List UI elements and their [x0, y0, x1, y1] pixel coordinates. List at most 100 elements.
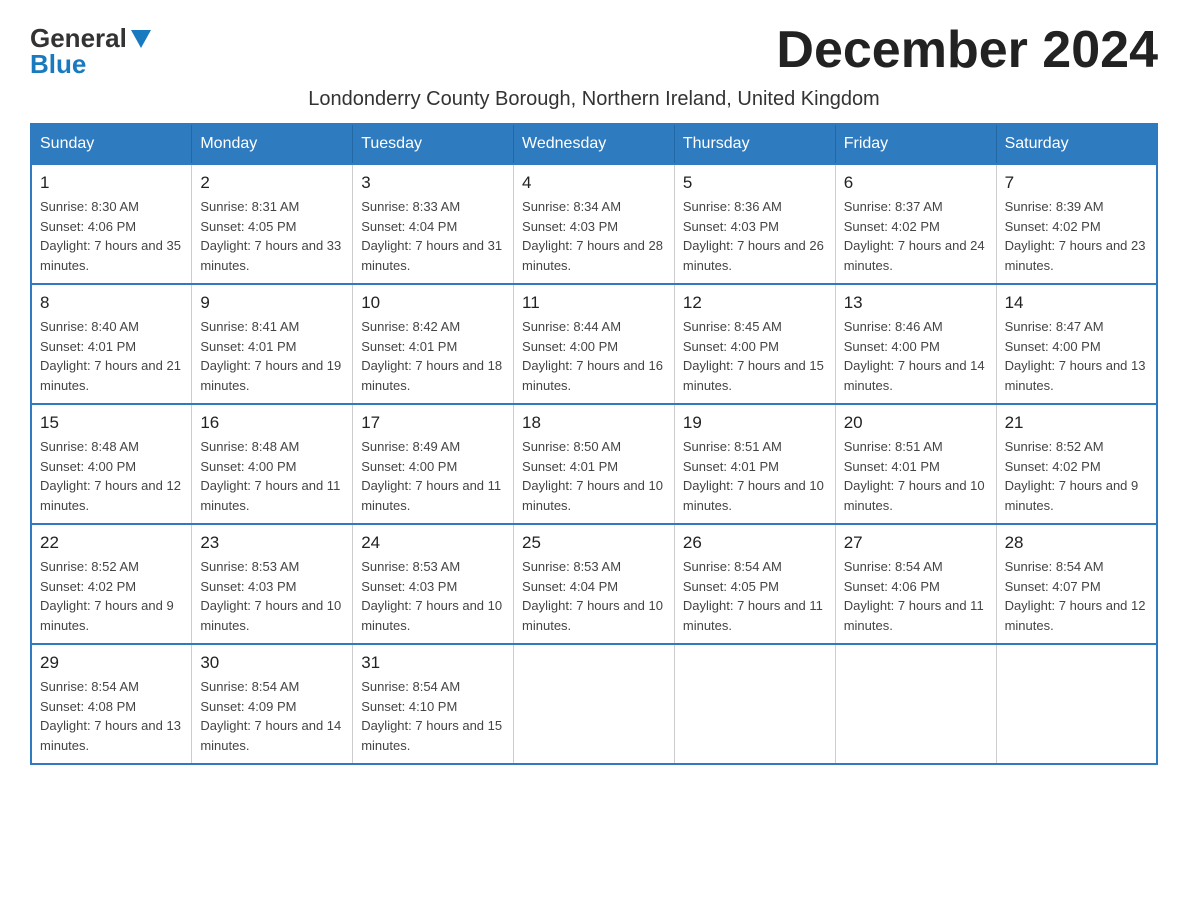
header-saturday: Saturday	[996, 124, 1157, 164]
day-info: Sunrise: 8:46 AMSunset: 4:00 PMDaylight:…	[844, 319, 985, 393]
day-info: Sunrise: 8:50 AMSunset: 4:01 PMDaylight:…	[522, 439, 663, 513]
day-number: 8	[40, 293, 183, 313]
day-info: Sunrise: 8:31 AMSunset: 4:05 PMDaylight:…	[200, 199, 341, 273]
calendar-cell: 11 Sunrise: 8:44 AMSunset: 4:00 PMDaylig…	[514, 284, 675, 404]
day-info: Sunrise: 8:54 AMSunset: 4:09 PMDaylight:…	[200, 679, 341, 753]
day-info: Sunrise: 8:33 AMSunset: 4:04 PMDaylight:…	[361, 199, 502, 273]
calendar-cell	[514, 644, 675, 764]
calendar-cell: 30 Sunrise: 8:54 AMSunset: 4:09 PMDaylig…	[192, 644, 353, 764]
logo-triangle-icon	[131, 30, 151, 48]
calendar-cell: 14 Sunrise: 8:47 AMSunset: 4:00 PMDaylig…	[996, 284, 1157, 404]
header-tuesday: Tuesday	[353, 124, 514, 164]
logo-general-text: General	[30, 25, 127, 51]
calendar-cell: 1 Sunrise: 8:30 AMSunset: 4:06 PMDayligh…	[31, 164, 192, 284]
day-number: 7	[1005, 173, 1148, 193]
day-info: Sunrise: 8:53 AMSunset: 4:04 PMDaylight:…	[522, 559, 663, 633]
day-info: Sunrise: 8:49 AMSunset: 4:00 PMDaylight:…	[361, 439, 501, 513]
day-info: Sunrise: 8:44 AMSunset: 4:00 PMDaylight:…	[522, 319, 663, 393]
day-number: 6	[844, 173, 988, 193]
week-row-4: 22 Sunrise: 8:52 AMSunset: 4:02 PMDaylig…	[31, 524, 1157, 644]
day-number: 2	[200, 173, 344, 193]
calendar-cell: 13 Sunrise: 8:46 AMSunset: 4:00 PMDaylig…	[835, 284, 996, 404]
day-number: 13	[844, 293, 988, 313]
day-number: 20	[844, 413, 988, 433]
day-number: 11	[522, 293, 666, 313]
day-number: 23	[200, 533, 344, 553]
calendar-cell: 31 Sunrise: 8:54 AMSunset: 4:10 PMDaylig…	[353, 644, 514, 764]
header-friday: Friday	[835, 124, 996, 164]
day-info: Sunrise: 8:54 AMSunset: 4:05 PMDaylight:…	[683, 559, 823, 633]
logo: General Blue	[30, 20, 151, 77]
week-row-2: 8 Sunrise: 8:40 AMSunset: 4:01 PMDayligh…	[31, 284, 1157, 404]
calendar-cell: 7 Sunrise: 8:39 AMSunset: 4:02 PMDayligh…	[996, 164, 1157, 284]
calendar-cell: 20 Sunrise: 8:51 AMSunset: 4:01 PMDaylig…	[835, 404, 996, 524]
day-info: Sunrise: 8:48 AMSunset: 4:00 PMDaylight:…	[40, 439, 181, 513]
header-row: SundayMondayTuesdayWednesdayThursdayFrid…	[31, 124, 1157, 164]
calendar-cell	[835, 644, 996, 764]
calendar-cell: 15 Sunrise: 8:48 AMSunset: 4:00 PMDaylig…	[31, 404, 192, 524]
calendar-cell: 10 Sunrise: 8:42 AMSunset: 4:01 PMDaylig…	[353, 284, 514, 404]
calendar-cell: 5 Sunrise: 8:36 AMSunset: 4:03 PMDayligh…	[674, 164, 835, 284]
day-info: Sunrise: 8:47 AMSunset: 4:00 PMDaylight:…	[1005, 319, 1146, 393]
day-number: 24	[361, 533, 505, 553]
day-number: 12	[683, 293, 827, 313]
day-info: Sunrise: 8:54 AMSunset: 4:10 PMDaylight:…	[361, 679, 502, 753]
day-info: Sunrise: 8:53 AMSunset: 4:03 PMDaylight:…	[200, 559, 341, 633]
header-thursday: Thursday	[674, 124, 835, 164]
day-number: 3	[361, 173, 505, 193]
header: General Blue December 2024	[30, 20, 1158, 80]
day-info: Sunrise: 8:54 AMSunset: 4:08 PMDaylight:…	[40, 679, 181, 753]
day-number: 26	[683, 533, 827, 553]
day-number: 17	[361, 413, 505, 433]
day-number: 16	[200, 413, 344, 433]
day-info: Sunrise: 8:34 AMSunset: 4:03 PMDaylight:…	[522, 199, 663, 273]
day-info: Sunrise: 8:51 AMSunset: 4:01 PMDaylight:…	[683, 439, 824, 513]
calendar-cell: 2 Sunrise: 8:31 AMSunset: 4:05 PMDayligh…	[192, 164, 353, 284]
day-number: 28	[1005, 533, 1148, 553]
day-number: 14	[1005, 293, 1148, 313]
week-row-1: 1 Sunrise: 8:30 AMSunset: 4:06 PMDayligh…	[31, 164, 1157, 284]
day-number: 19	[683, 413, 827, 433]
day-number: 29	[40, 653, 183, 673]
calendar-cell: 28 Sunrise: 8:54 AMSunset: 4:07 PMDaylig…	[996, 524, 1157, 644]
calendar-cell: 4 Sunrise: 8:34 AMSunset: 4:03 PMDayligh…	[514, 164, 675, 284]
calendar-cell: 17 Sunrise: 8:49 AMSunset: 4:00 PMDaylig…	[353, 404, 514, 524]
day-number: 5	[683, 173, 827, 193]
day-number: 25	[522, 533, 666, 553]
calendar-cell: 18 Sunrise: 8:50 AMSunset: 4:01 PMDaylig…	[514, 404, 675, 524]
calendar-cell: 25 Sunrise: 8:53 AMSunset: 4:04 PMDaylig…	[514, 524, 675, 644]
day-number: 21	[1005, 413, 1148, 433]
header-monday: Monday	[192, 124, 353, 164]
calendar-cell: 24 Sunrise: 8:53 AMSunset: 4:03 PMDaylig…	[353, 524, 514, 644]
day-number: 30	[200, 653, 344, 673]
subtitle: Londonderry County Borough, Northern Ire…	[30, 88, 1158, 111]
day-info: Sunrise: 8:40 AMSunset: 4:01 PMDaylight:…	[40, 319, 181, 393]
day-number: 10	[361, 293, 505, 313]
day-info: Sunrise: 8:53 AMSunset: 4:03 PMDaylight:…	[361, 559, 502, 633]
day-info: Sunrise: 8:45 AMSunset: 4:00 PMDaylight:…	[683, 319, 824, 393]
calendar-cell: 19 Sunrise: 8:51 AMSunset: 4:01 PMDaylig…	[674, 404, 835, 524]
day-number: 27	[844, 533, 988, 553]
day-number: 1	[40, 173, 183, 193]
day-info: Sunrise: 8:51 AMSunset: 4:01 PMDaylight:…	[844, 439, 985, 513]
calendar-cell: 8 Sunrise: 8:40 AMSunset: 4:01 PMDayligh…	[31, 284, 192, 404]
day-number: 4	[522, 173, 666, 193]
calendar-cell: 23 Sunrise: 8:53 AMSunset: 4:03 PMDaylig…	[192, 524, 353, 644]
calendar-cell: 6 Sunrise: 8:37 AMSunset: 4:02 PMDayligh…	[835, 164, 996, 284]
day-number: 9	[200, 293, 344, 313]
calendar-cell: 29 Sunrise: 8:54 AMSunset: 4:08 PMDaylig…	[31, 644, 192, 764]
day-info: Sunrise: 8:36 AMSunset: 4:03 PMDaylight:…	[683, 199, 824, 273]
calendar-table: SundayMondayTuesdayWednesdayThursdayFrid…	[30, 123, 1158, 765]
calendar-cell: 16 Sunrise: 8:48 AMSunset: 4:00 PMDaylig…	[192, 404, 353, 524]
day-info: Sunrise: 8:48 AMSunset: 4:00 PMDaylight:…	[200, 439, 340, 513]
logo-blue-text: Blue	[30, 51, 86, 77]
day-info: Sunrise: 8:39 AMSunset: 4:02 PMDaylight:…	[1005, 199, 1146, 273]
calendar-cell: 12 Sunrise: 8:45 AMSunset: 4:00 PMDaylig…	[674, 284, 835, 404]
calendar-cell: 22 Sunrise: 8:52 AMSunset: 4:02 PMDaylig…	[31, 524, 192, 644]
day-info: Sunrise: 8:54 AMSunset: 4:06 PMDaylight:…	[844, 559, 984, 633]
calendar-cell: 9 Sunrise: 8:41 AMSunset: 4:01 PMDayligh…	[192, 284, 353, 404]
day-info: Sunrise: 8:37 AMSunset: 4:02 PMDaylight:…	[844, 199, 985, 273]
day-number: 18	[522, 413, 666, 433]
calendar-cell: 27 Sunrise: 8:54 AMSunset: 4:06 PMDaylig…	[835, 524, 996, 644]
week-row-3: 15 Sunrise: 8:48 AMSunset: 4:00 PMDaylig…	[31, 404, 1157, 524]
